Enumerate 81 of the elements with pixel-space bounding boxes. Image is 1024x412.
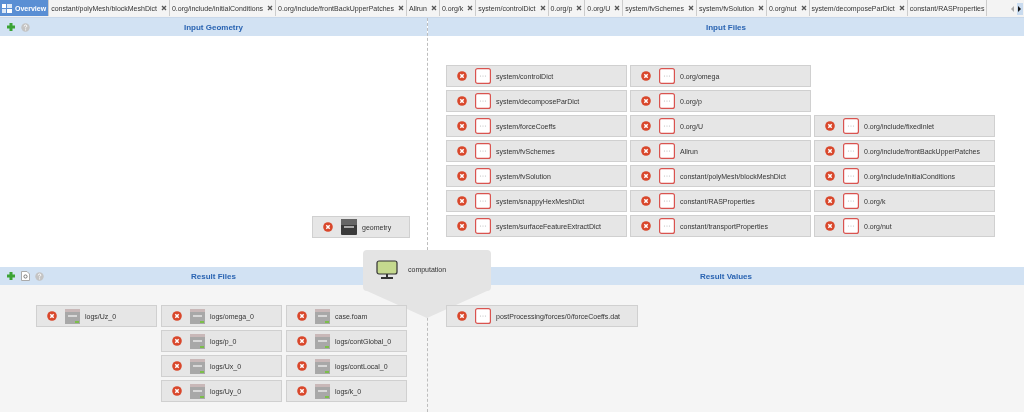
close-icon[interactable] xyxy=(398,5,404,11)
close-icon[interactable] xyxy=(267,5,274,11)
delete-icon[interactable] xyxy=(825,221,835,231)
log-file-icon xyxy=(190,333,205,349)
file-icon xyxy=(659,193,675,209)
delete-icon[interactable] xyxy=(641,196,651,206)
file-icon xyxy=(843,193,859,209)
delete-icon[interactable] xyxy=(457,196,467,206)
delete-icon[interactable] xyxy=(323,222,333,232)
monitor-icon xyxy=(376,260,398,280)
file-icon xyxy=(843,143,859,159)
file-icon xyxy=(475,93,491,109)
close-icon[interactable] xyxy=(539,5,546,11)
close-icon[interactable] xyxy=(160,5,167,11)
log-file-icon xyxy=(190,383,205,399)
section-title: Result Files xyxy=(191,271,236,281)
file-icon xyxy=(475,168,491,184)
delete-icon[interactable] xyxy=(172,386,182,396)
mesh-icon xyxy=(341,219,357,235)
delete-icon[interactable] xyxy=(825,146,835,156)
file-icon xyxy=(843,218,859,234)
document-search-icon[interactable] xyxy=(21,271,30,281)
log-file-icon xyxy=(190,358,205,374)
delete-icon[interactable] xyxy=(457,221,467,231)
log-file-icon xyxy=(315,333,330,349)
delete-icon[interactable] xyxy=(457,96,467,106)
delete-icon[interactable] xyxy=(457,311,467,321)
delete-icon[interactable] xyxy=(641,71,651,81)
close-icon[interactable] xyxy=(757,5,764,11)
delete-icon[interactable] xyxy=(641,146,651,156)
log-file-icon xyxy=(315,308,330,324)
add-icon[interactable] xyxy=(6,271,16,281)
file-icon xyxy=(475,118,491,134)
grid-icon xyxy=(2,3,12,13)
delete-icon[interactable] xyxy=(825,121,835,131)
close-icon[interactable] xyxy=(898,5,905,11)
delete-icon[interactable] xyxy=(172,361,182,371)
file-icon xyxy=(843,168,859,184)
log-file-icon xyxy=(315,383,330,399)
delete-icon[interactable] xyxy=(457,146,467,156)
add-icon[interactable] xyxy=(6,22,16,32)
delete-icon[interactable] xyxy=(297,311,307,321)
log-file-icon xyxy=(315,358,330,374)
section-title: Input Geometry xyxy=(183,22,244,32)
file-icon xyxy=(475,193,491,209)
file-icon xyxy=(475,68,491,84)
file-icon xyxy=(659,218,675,234)
delete-icon[interactable] xyxy=(297,386,307,396)
delete-icon[interactable] xyxy=(825,171,835,181)
log-file-icon xyxy=(190,308,205,324)
file-icon xyxy=(659,168,675,184)
delete-icon[interactable] xyxy=(172,311,182,321)
section-title: Result Values xyxy=(700,271,752,281)
file-icon xyxy=(659,118,675,134)
delete-icon[interactable] xyxy=(457,71,467,81)
file-icon xyxy=(659,143,675,159)
delete-icon[interactable] xyxy=(641,121,651,131)
close-icon[interactable] xyxy=(576,5,583,11)
close-icon[interactable] xyxy=(430,5,437,11)
file-icon xyxy=(659,68,675,84)
close-icon[interactable] xyxy=(614,5,621,11)
log-file-icon xyxy=(65,308,80,324)
delete-icon[interactable] xyxy=(297,361,307,371)
delete-icon[interactable] xyxy=(641,221,651,231)
delete-icon[interactable] xyxy=(457,121,467,131)
file-icon xyxy=(659,93,675,109)
file-icon xyxy=(475,218,491,234)
delete-icon[interactable] xyxy=(47,311,57,321)
delete-icon[interactable] xyxy=(641,171,651,181)
file-icon xyxy=(475,308,491,324)
delete-icon[interactable] xyxy=(172,336,182,346)
close-icon[interactable] xyxy=(800,5,807,11)
delete-icon[interactable] xyxy=(457,171,467,181)
close-icon[interactable] xyxy=(688,5,694,11)
file-icon xyxy=(475,143,491,159)
file-icon xyxy=(843,118,859,134)
delete-icon[interactable] xyxy=(641,96,651,106)
delete-icon[interactable] xyxy=(297,336,307,346)
delete-icon[interactable] xyxy=(825,196,835,206)
close-icon[interactable] xyxy=(467,5,474,11)
section-title: Input Files xyxy=(706,22,746,32)
